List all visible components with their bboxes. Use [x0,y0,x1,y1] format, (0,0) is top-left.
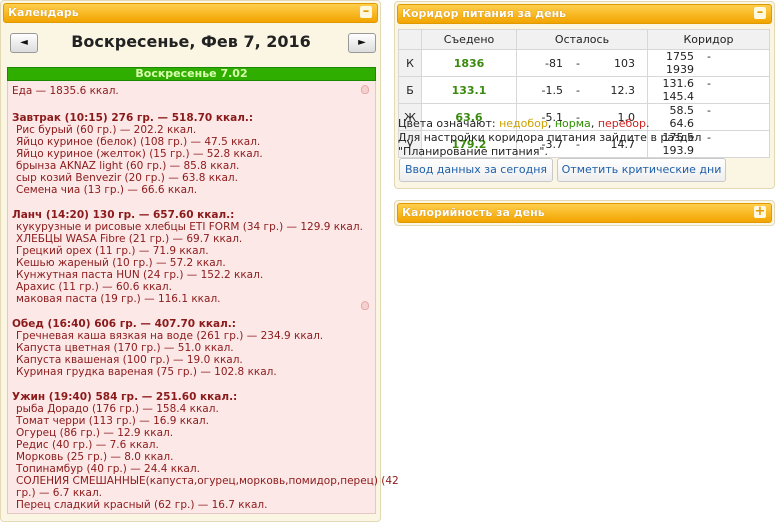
eaten-value: 1836 [421,49,517,77]
food-item[interactable]: Гречневая каша вязкая на воде (261 гр.) … [16,330,323,342]
legend-sep: , [590,117,598,130]
eaten-value: 133.1 [421,76,517,104]
corridor-range: 1755 -1939 [647,49,770,77]
corridor-min: 131.6 [662,77,695,90]
food-item[interactable]: ХЛЕБЦЫ WASA Fibre (21 гр.) — 69.7 ккал. [16,233,242,245]
calendar-title: Календарь [8,6,79,19]
remaining-range: -81- 103 [516,49,648,77]
corridor-min: 58.5 [669,104,695,117]
food-item[interactable]: Грецкий орех (11 гр.) — 71.9 ккал. [16,245,209,257]
corridor-row: Б 133.1 -1.5-12.3 131.6 -145.4 [398,76,770,104]
food-item[interactable]: Яйцо куриное (желток) (15 гр.) — 52.8 кк… [16,148,263,160]
remaining-min: -1.5 [541,83,563,97]
calendar-panel: Календарь – ◄ Воскресенье, Фев 7, 2016 ►… [0,0,399,522]
food-item[interactable]: Арахис (11 гр.) — 60.6 ккал. [16,281,172,293]
remaining-range: -1.5- 12.3 [516,76,648,104]
calorie-title: Калорийность за день [402,206,545,219]
food-item[interactable]: Кешью жареный (10 гр.) — 57.2 ккал. [16,257,226,269]
food-item[interactable]: брынза AKNAZ light (60 гр.) — 85.8 ккал. [16,160,239,172]
legend-sep: , [547,117,555,130]
column-header: Осталось [516,29,648,50]
meal-header[interactable]: Завтрак (10:15) 276 гр. — 518.70 ккал.: [12,112,253,124]
column-header: Съедено [421,29,517,50]
food-item[interactable]: Капуста квашеная (100 гр.) — 19.0 ккал. [16,354,243,366]
food-item[interactable]: Капуста цветная (170 гр.) — 51.0 ккал. [16,342,234,354]
food-item[interactable]: Яйцо куриное (белок) (108 гр.) — 47.5 кк… [16,136,260,148]
corridor-range: 58.5 -64.6 [647,103,770,131]
mark-critical-days-button[interactable]: Отметить критические дни [557,158,726,182]
food-item[interactable]: Редис (40 гр.) — 7.6 ккал. [16,439,159,451]
enter-today-data-button[interactable]: Ввод данных за сегодня [399,158,553,182]
prev-day-button[interactable]: ◄ [10,33,38,53]
food-item[interactable]: Морковь (25 гр.) — 8.0 ккал. [16,451,173,463]
food-total: Еда — 1835.6 ккал. [12,85,119,97]
food-item[interactable]: Топинамбур (40 гр.) — 24.4 ккал. [16,463,200,475]
column-header [398,29,422,50]
range-dash: - [707,104,711,117]
food-item[interactable]: СОЛЕНИЯ СМЕШАННЫЕ(капуста,огурец,морковь… [16,475,399,487]
corridor-title: Коридор питания за день [402,7,567,20]
calorie-panel: Калорийность за день + [394,200,775,226]
food-item[interactable]: гр.) — 6.7 ккал. [16,487,102,499]
legend-prefix: Цвета означают: [398,117,500,130]
food-item[interactable]: Кунжутная паста HUN (24 гр.) — 152.2 кка… [16,269,263,281]
food-item[interactable]: Куриная грудка вареная (75 гр.) — 102.8 … [16,366,277,378]
edit-marker-icon[interactable] [361,85,369,94]
remaining-max: 12.3 [610,83,636,97]
meal-header[interactable]: Обед (16:40) 606 гр. — 407.70 ккал.: [12,318,236,330]
day-bar[interactable]: Воскресенье 7.02 [7,67,376,81]
corridor-header[interactable]: Коридор питания за день – [397,4,772,24]
legend-over: перебор [597,117,647,130]
legend-norm: норма [554,117,591,130]
meal-header[interactable]: Ланч (14:20) 130 гр. — 657.60 ккал.: [12,209,234,221]
nutrient-label: К [398,49,422,77]
current-date: Воскресенье, Фев 7, 2016 [71,32,311,51]
color-legend: Цвета означают: недобор, норма, перебор. [398,117,650,130]
food-item[interactable]: Огурец (86 гр.) — 12.9 ккал. [16,427,173,439]
food-item[interactable]: маковая паста (19 гр.) — 116.1 ккал. [16,293,221,305]
food-item[interactable]: Томат черри (113 гр.) — 16.9 ккал. [16,415,209,427]
range-dash: - [576,56,580,70]
corridor-max: 1939 [666,63,694,76]
collapse-icon[interactable]: – [360,5,372,18]
expand-icon[interactable]: + [754,205,766,218]
legend-dot: . [646,117,650,130]
food-item[interactable]: Перец сладкий красный (62 гр.) — 16.7 кк… [16,499,267,511]
corridor-range: 131.6 -145.4 [647,76,770,104]
calendar-header[interactable]: Календарь – [3,3,378,23]
edit-marker-icon[interactable] [361,301,369,310]
corridor-note: Для настройки коридора питания зайдите в… [398,131,702,158]
remaining-max: 103 [614,56,635,70]
food-item[interactable]: Рис бурый (60 гр.) — 202.2 ккал. [16,124,196,136]
food-item[interactable]: Семена чиа (13 гр.) — 66.6 ккал. [16,184,197,196]
corridor-max: 145.4 [662,90,695,103]
food-item[interactable]: кукурузные и рисовые хлебцы ETI FORM (34… [16,221,363,233]
range-dash: - [707,77,711,90]
corridor-min: 1755 [666,50,694,63]
nutrient-label: Б [398,76,422,104]
remaining-min: -81 [545,56,563,70]
column-header: Коридор [647,29,770,50]
legend-under: недобор [499,117,548,130]
food-item[interactable]: рыба Дорадо (176 гр.) — 158.4 ккал. [16,403,219,415]
corridor-row: К 1836 -81-103 1755 -1939 [398,49,770,77]
range-dash: - [707,50,711,63]
next-day-button[interactable]: ► [348,33,376,53]
collapse-icon[interactable]: – [754,6,766,19]
calorie-header[interactable]: Калорийность за день + [397,203,772,223]
range-dash: - [576,83,580,97]
meal-header[interactable]: Ужин (19:40) 584 гр. — 251.60 ккал.: [12,391,237,403]
food-item[interactable]: сыр козий Benvezir (20 гр.) — 63.8 ккал. [16,172,238,184]
corridor-max: 64.6 [669,117,695,130]
food-diary: Еда — 1835.6 ккал. Завтрак (10:15) 276 г… [7,81,399,514]
